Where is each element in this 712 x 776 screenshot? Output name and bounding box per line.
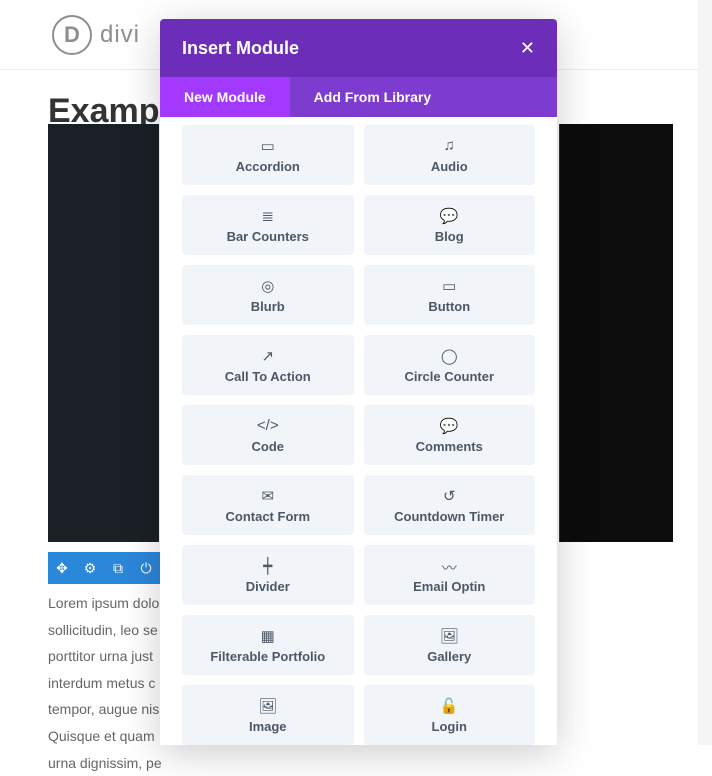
blog-icon: 💬 bbox=[440, 207, 459, 223]
module-card-label: Image bbox=[249, 719, 287, 734]
modal-title: Insert Module bbox=[182, 38, 299, 59]
divider-icon: ┿ bbox=[263, 557, 272, 573]
module-card-filterable-portfolio[interactable]: ▦ Filterable Portfolio bbox=[182, 615, 354, 675]
module-card-label: Button bbox=[428, 299, 470, 314]
tab-new-module[interactable]: New Module bbox=[160, 77, 290, 117]
circle-counter-icon: ◯ bbox=[441, 347, 458, 363]
module-card-bar-counters[interactable]: ≣ Bar Counters bbox=[182, 195, 354, 255]
insert-module-modal: Insert Module ✕ New Module Add From Libr… bbox=[160, 19, 557, 745]
code-icon: </> bbox=[257, 417, 279, 433]
module-card-label: Blog bbox=[435, 229, 464, 244]
module-card-label: Blurb bbox=[251, 299, 285, 314]
image-icon: 🖼 bbox=[258, 697, 277, 713]
tab-add-from-library[interactable]: Add From Library bbox=[290, 77, 455, 117]
module-card-label: Bar Counters bbox=[227, 229, 309, 244]
hero-image-left bbox=[48, 124, 159, 542]
module-card-email-optin[interactable]: 〰 Email Optin bbox=[364, 545, 536, 605]
module-card-code[interactable]: </> Code bbox=[182, 405, 354, 465]
module-card-label: Filterable Portfolio bbox=[210, 649, 325, 664]
move-icon[interactable]: ✥ bbox=[48, 552, 76, 584]
module-card-label: Audio bbox=[431, 159, 468, 174]
button-icon: ▭ bbox=[442, 277, 456, 293]
contact-form-icon: ✉ bbox=[261, 487, 274, 503]
brand-name: divi bbox=[100, 21, 140, 49]
login-icon: 🔓 bbox=[440, 697, 459, 713]
module-card-login[interactable]: 🔓 Login bbox=[364, 685, 536, 745]
module-card-circle-counter[interactable]: ◯ Circle Counter bbox=[364, 335, 536, 395]
brand-mark: D bbox=[52, 15, 92, 55]
accordion-icon: ▭ bbox=[261, 137, 275, 153]
countdown-timer-icon: ↺ bbox=[443, 487, 456, 503]
module-card-blog[interactable]: 💬 Blog bbox=[364, 195, 536, 255]
modal-body: ▭ Accordion ♫ Audio ≣ Bar Counters 💬 Blog ◎ Blurb… bbox=[160, 117, 557, 745]
power-icon[interactable]: ⏻ bbox=[132, 552, 160, 584]
module-card-label: Code bbox=[252, 439, 285, 454]
comments-icon: 💬 bbox=[440, 417, 459, 433]
module-edit-toolbar: ✥ ⚙ ⧉ ⏻ bbox=[48, 552, 160, 584]
module-card-divider[interactable]: ┿ Divider bbox=[182, 545, 354, 605]
email-optin-icon: 〰 bbox=[442, 557, 457, 573]
modal-header: Insert Module ✕ bbox=[160, 19, 557, 77]
duplicate-icon[interactable]: ⧉ bbox=[104, 552, 132, 584]
module-card-gallery[interactable]: 🖼 Gallery bbox=[364, 615, 536, 675]
module-card-countdown-timer[interactable]: ↺ Countdown Timer bbox=[364, 475, 536, 535]
module-card-label: Countdown Timer bbox=[394, 509, 504, 524]
module-card-label: Call To Action bbox=[225, 369, 311, 384]
module-card-audio[interactable]: ♫ Audio bbox=[364, 125, 536, 185]
bar-counters-icon: ≣ bbox=[261, 207, 274, 223]
module-grid: ▭ Accordion ♫ Audio ≣ Bar Counters 💬 Blog ◎ Blurb… bbox=[160, 117, 557, 745]
module-card-button[interactable]: ▭ Button bbox=[364, 265, 536, 325]
page-scrollbar[interactable] bbox=[698, 0, 712, 745]
module-card-label: Gallery bbox=[427, 649, 471, 664]
module-card-label: Contact Form bbox=[226, 509, 311, 524]
module-card-label: Login bbox=[432, 719, 467, 734]
module-card-image[interactable]: 🖼 Image bbox=[182, 685, 354, 745]
module-card-label: Circle Counter bbox=[404, 369, 494, 384]
module-card-accordion[interactable]: ▭ Accordion bbox=[182, 125, 354, 185]
gallery-icon: 🖼 bbox=[440, 627, 459, 643]
module-card-label: Comments bbox=[416, 439, 483, 454]
body-paragraph: Lorem ipsum dolor sollicitudin, leo se p… bbox=[48, 590, 168, 776]
close-icon[interactable]: ✕ bbox=[520, 38, 535, 59]
module-card-blurb[interactable]: ◎ Blurb bbox=[182, 265, 354, 325]
module-card-call-to-action[interactable]: ↗ Call To Action bbox=[182, 335, 354, 395]
filterable-portfolio-icon: ▦ bbox=[261, 627, 275, 643]
hero-image-right bbox=[559, 124, 673, 542]
module-card-comments[interactable]: 💬 Comments bbox=[364, 405, 536, 465]
modal-tabs: New Module Add From Library bbox=[160, 77, 557, 117]
gear-icon[interactable]: ⚙ bbox=[76, 552, 104, 584]
module-card-label: Email Optin bbox=[413, 579, 485, 594]
blurb-icon: ◎ bbox=[261, 277, 274, 293]
module-card-label: Accordion bbox=[236, 159, 300, 174]
module-card-label: Divider bbox=[246, 579, 290, 594]
call-to-action-icon: ↗ bbox=[261, 347, 274, 363]
module-card-contact-form[interactable]: ✉ Contact Form bbox=[182, 475, 354, 535]
brand-logo[interactable]: D divi bbox=[52, 15, 140, 55]
audio-icon: ♫ bbox=[444, 137, 455, 153]
